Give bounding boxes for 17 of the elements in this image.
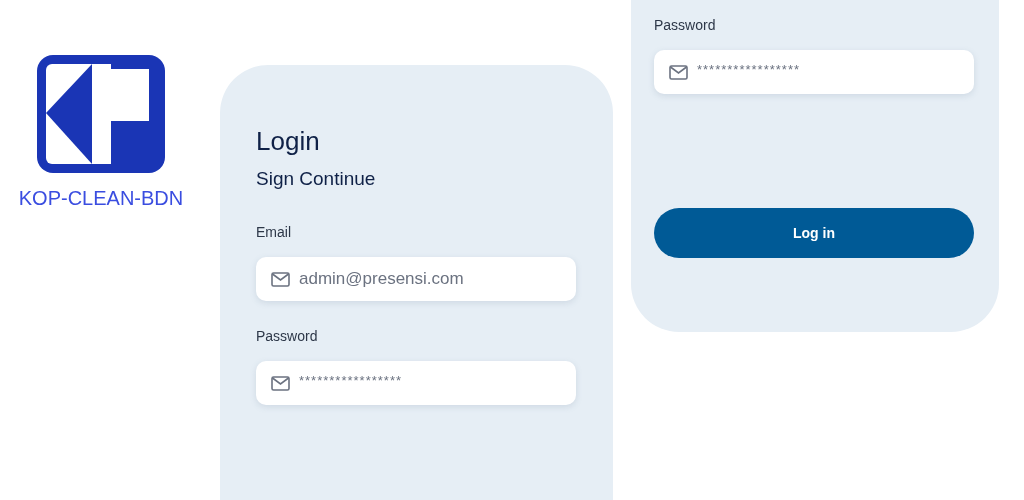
login-button[interactable]: Log in: [654, 208, 974, 258]
field-value: admin@presensi.com: [299, 268, 464, 291]
login-subtitle: Sign Continue: [256, 167, 377, 191]
login-title: Login: [256, 125, 321, 157]
field-value: *****************: [299, 371, 402, 390]
input-field[interactable]: *****************: [654, 50, 974, 94]
field-label: Email: [256, 223, 292, 242]
mail-icon: [271, 271, 290, 287]
mail-icon: [669, 64, 688, 80]
logo-caption: KOP-CLEAN-BDN: [18, 186, 184, 211]
input-field[interactable]: admin@presensi.com: [256, 257, 576, 301]
mail-icon: [271, 375, 290, 391]
field-value: *****************: [697, 60, 800, 79]
field-label: Password: [256, 327, 319, 346]
input-field[interactable]: *****************: [256, 361, 576, 405]
field-label: Password: [654, 16, 717, 35]
logo-icon: [37, 55, 165, 173]
